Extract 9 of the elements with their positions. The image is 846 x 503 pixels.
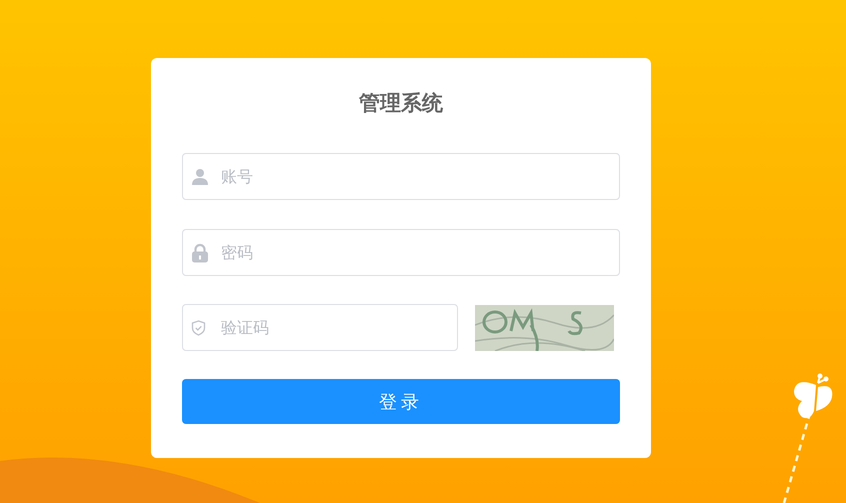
login-title: 管理系统 — [358, 90, 444, 117]
user-icon — [191, 168, 209, 186]
shield-check-icon — [191, 320, 206, 336]
captcha-image[interactable] — [475, 304, 614, 350]
password-field[interactable]: 密码 — [182, 229, 620, 276]
login-button[interactable]: 登录 — [182, 379, 620, 424]
lock-icon — [191, 243, 209, 262]
account-field[interactable]: 账号 — [182, 153, 620, 200]
captcha-field[interactable]: 验证码 — [182, 304, 458, 351]
